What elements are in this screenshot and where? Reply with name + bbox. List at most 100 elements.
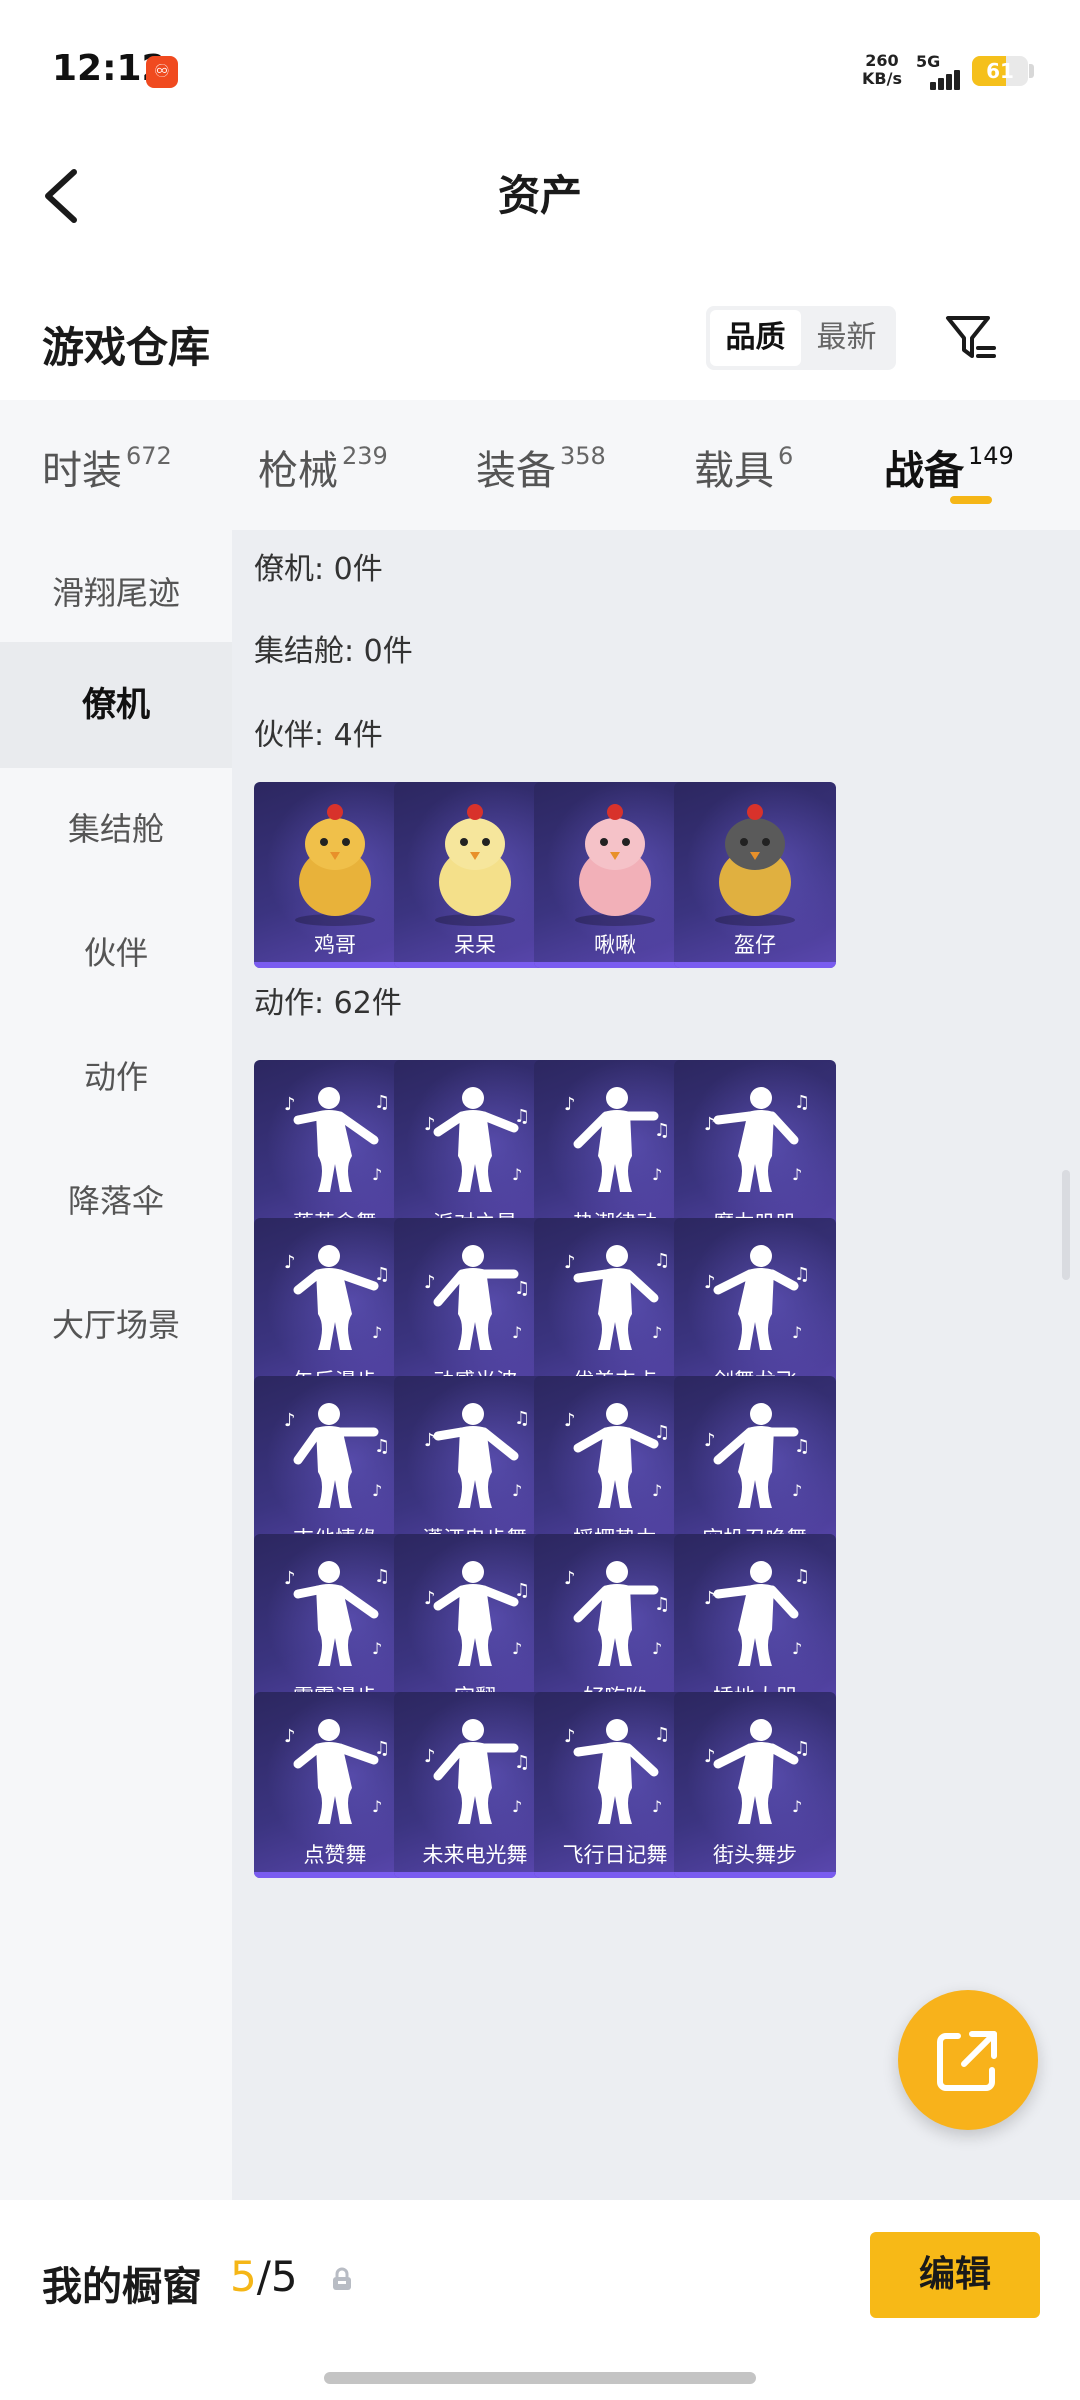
svg-text:♫: ♫ <box>794 1264 810 1285</box>
sort-toggle: 品质 最新 <box>706 306 896 370</box>
partner-card[interactable]: 呆呆 <box>394 782 556 968</box>
sidebar-item-wingman[interactable]: 僚机 <box>0 642 232 768</box>
home-indicator[interactable] <box>324 2372 756 2384</box>
svg-text:♪: ♪ <box>372 1639 382 1658</box>
section-wingman: 僚机: 0件 <box>254 552 383 587</box>
scrollbar-thumb[interactable] <box>1062 1170 1070 1280</box>
svg-text:♪: ♪ <box>792 1481 802 1500</box>
svg-text:♪: ♪ <box>284 1568 296 1589</box>
card-artwork: ♪ ♫ ♪ <box>254 1376 416 1526</box>
warehouse-header: 游戏仓库 品质 最新 <box>0 290 1080 400</box>
svg-text:♫: ♫ <box>654 1594 670 1615</box>
tab-combat-prep[interactable]: 战备 149 <box>884 438 1014 496</box>
section-partner: 伙伴: 4件 <box>254 718 383 753</box>
svg-text:♪: ♪ <box>792 1323 802 1342</box>
card-artwork: ♪ ♫ ♪ <box>674 1534 836 1684</box>
svg-text:♪: ♪ <box>424 1430 436 1451</box>
net-speed-unit: KB/s <box>862 69 902 88</box>
tab-gear[interactable]: 装备 358 <box>476 438 606 496</box>
partner-card[interactable]: 鸡哥 <box>254 782 416 968</box>
svg-text:♪: ♪ <box>652 1165 662 1184</box>
svg-text:♪: ♪ <box>372 1165 382 1184</box>
svg-text:♪: ♪ <box>704 1588 716 1609</box>
svg-text:♪: ♪ <box>424 1588 436 1609</box>
svg-text:♪: ♪ <box>792 1165 802 1184</box>
net-speed: 260 KB/s <box>862 52 902 88</box>
edit-button[interactable]: 编辑 <box>870 2232 1040 2318</box>
svg-text:♪: ♪ <box>372 1323 382 1342</box>
filter-icon <box>946 316 996 358</box>
tab-label: 战备 <box>884 448 964 494</box>
svg-text:♪: ♪ <box>704 1746 716 1767</box>
svg-text:♫: ♫ <box>654 1724 670 1745</box>
sidebar-item-lobby-scene[interactable]: 大厅场景 <box>0 1262 232 1388</box>
svg-text:♫: ♫ <box>794 1738 810 1759</box>
showcase-count: 5/5 <box>230 2252 298 2301</box>
card-artwork: ♪ ♫ ♪ <box>394 1218 556 1368</box>
card-artwork: ♪ ♫ ♪ <box>394 1692 556 1842</box>
tab-label: 载具 <box>694 448 774 494</box>
sort-newest[interactable]: 最新 <box>801 310 892 366</box>
status-bar: 12:12 ♾ 260 KB/s 5G 61 <box>0 0 1080 140</box>
tab-count: 239 <box>342 442 388 470</box>
svg-text:♫: ♫ <box>794 1092 810 1113</box>
svg-text:♫: ♫ <box>514 1580 530 1601</box>
card-artwork: ♪ ♫ ♪ <box>254 1534 416 1684</box>
battery-tip <box>1029 64 1034 78</box>
tab-fashion[interactable]: 时装 672 <box>42 438 172 496</box>
sidebar-item-partner[interactable]: 伙伴 <box>0 890 232 1016</box>
card-artwork: ♪ ♫ ♪ <box>534 1060 696 1210</box>
lock-icon <box>333 2267 351 2290</box>
sidebar: 滑翔尾迹 僚机 集结舱 伙伴 动作 降落伞 大厅场景 <box>0 530 232 2200</box>
card-accent-bar <box>394 962 556 968</box>
card-artwork: ♪ ♫ ♪ <box>534 1692 696 1842</box>
card-artwork: ♪ ♫ ♪ <box>534 1218 696 1368</box>
sidebar-item-capsule[interactable]: 集结舱 <box>0 766 232 892</box>
card-artwork: ♪ ♫ ♪ <box>674 1692 836 1842</box>
tab-vehicles[interactable]: 载具 6 <box>694 438 793 496</box>
svg-text:♫: ♫ <box>374 1566 390 1587</box>
svg-text:♪: ♪ <box>704 1430 716 1451</box>
partner-card[interactable]: 盔仔 <box>674 782 836 968</box>
card-artwork: ♪ ♫ ♪ <box>394 1060 556 1210</box>
tab-count: 672 <box>126 442 172 470</box>
svg-text:♪: ♪ <box>372 1481 382 1500</box>
tab-count: 358 <box>560 442 606 470</box>
svg-text:♪: ♪ <box>512 1639 522 1658</box>
emote-card[interactable]: ♪ ♫ ♪ 未来电光舞 <box>394 1692 556 1878</box>
svg-text:♪: ♪ <box>424 1114 436 1135</box>
tab-count: 149 <box>968 442 1014 470</box>
svg-text:♪: ♪ <box>652 1797 662 1816</box>
card-label: 街头舞步 <box>713 1843 797 1867</box>
battery-icon: 61 <box>972 56 1028 86</box>
svg-text:♫: ♫ <box>514 1106 530 1127</box>
emote-card[interactable]: ♪ ♫ ♪ 飞行日记舞 <box>534 1692 696 1878</box>
showcase-label: 我的橱窗 <box>42 2264 202 2310</box>
emote-card[interactable]: ♪ ♫ ♪ 街头舞步 <box>674 1692 836 1878</box>
svg-text:♪: ♪ <box>284 1252 296 1273</box>
tab-count: 6 <box>778 442 794 470</box>
filter-button[interactable] <box>940 308 1000 368</box>
sidebar-item-parachute[interactable]: 降落伞 <box>0 1138 232 1264</box>
svg-text:♪: ♪ <box>372 1797 382 1816</box>
battery-level: 61 <box>986 59 1014 83</box>
sidebar-item-glide-trail[interactable]: 滑翔尾迹 <box>0 530 232 656</box>
svg-text:♪: ♪ <box>564 1410 576 1431</box>
svg-text:♫: ♫ <box>374 1738 390 1759</box>
svg-text:♫: ♫ <box>514 1408 530 1429</box>
sort-quality[interactable]: 品质 <box>710 310 801 366</box>
card-label: 点赞舞 <box>303 1843 367 1867</box>
tab-label: 枪械 <box>258 448 338 494</box>
showcase-count-sep: / <box>256 2252 271 2301</box>
share-button[interactable] <box>898 1990 1038 2130</box>
card-artwork: ♪ ♫ ♪ <box>674 1060 836 1210</box>
signal-icon <box>916 68 966 90</box>
svg-text:♪: ♪ <box>792 1639 802 1658</box>
tab-guns[interactable]: 枪械 239 <box>258 438 388 496</box>
card-artwork: ♪ ♫ ♪ <box>674 1218 836 1368</box>
card-artwork: ♪ ♫ ♪ <box>254 1218 416 1368</box>
card-label: 飞行日记舞 <box>562 1843 668 1867</box>
partner-card[interactable]: 啾啾 <box>534 782 696 968</box>
sidebar-item-emote[interactable]: 动作 <box>0 1014 232 1140</box>
emote-card[interactable]: ♪ ♫ ♪ 点赞舞 <box>254 1692 416 1878</box>
